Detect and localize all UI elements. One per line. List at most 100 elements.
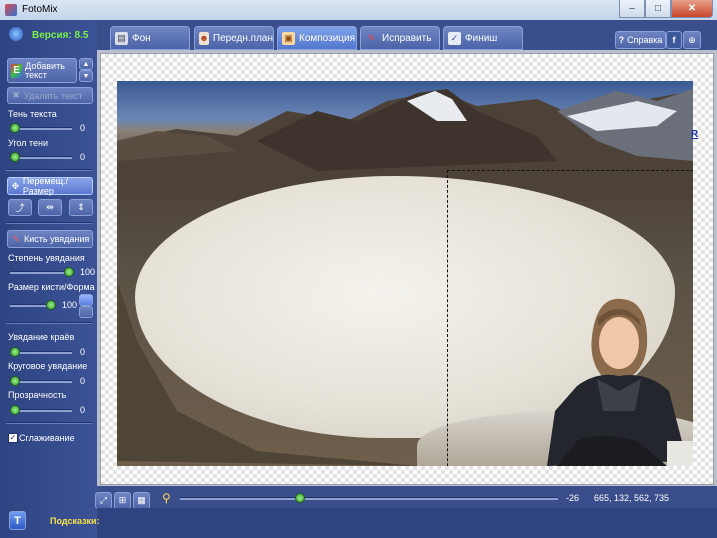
app-icon bbox=[5, 4, 17, 16]
circular-fade-knob[interactable] bbox=[10, 376, 20, 386]
grid-view-icon: ⊞ bbox=[118, 495, 127, 505]
text-tool-button[interactable]: T bbox=[9, 511, 26, 530]
selection-left-edge bbox=[447, 170, 448, 466]
edge-fade-label: Увядание краёв bbox=[8, 332, 75, 342]
text-shadow-knob[interactable] bbox=[10, 123, 20, 133]
edge-fade-knob[interactable] bbox=[10, 347, 20, 357]
text-shadow-label: Тень текста bbox=[8, 109, 57, 119]
fade-degree-value: 100 bbox=[80, 267, 96, 277]
brush-icon: ✎ bbox=[12, 233, 20, 244]
fade-degree-knob[interactable] bbox=[64, 267, 74, 277]
facebook-icon: f bbox=[672, 35, 676, 45]
shadow-angle-label: Угол тени bbox=[8, 138, 48, 148]
transparent-background bbox=[100, 53, 714, 485]
window-controls: – □ ✕ bbox=[619, 0, 713, 18]
check-icon: ✓ bbox=[9, 433, 17, 442]
flip-icon: ⤴ bbox=[15, 203, 25, 213]
move-resize-label: Перемещ./Размер bbox=[22, 176, 68, 196]
composite-image[interactable] bbox=[117, 81, 693, 466]
tab-composition[interactable]: ▣ Композиция bbox=[277, 26, 357, 50]
hints-label: Подсказки: bbox=[50, 516, 100, 526]
move-layer-down-button[interactable]: ▼ bbox=[79, 70, 93, 82]
foreground-icon: ☻ bbox=[199, 31, 209, 45]
separator bbox=[6, 169, 92, 171]
arrow-up-icon: ▲ bbox=[82, 60, 90, 68]
add-text-label: Добавить текст bbox=[25, 60, 65, 80]
tab-label: Передн.план bbox=[212, 32, 273, 44]
separator bbox=[6, 322, 92, 324]
tab-background[interactable]: ▤ Фон bbox=[110, 26, 190, 50]
window-title: FotoMix bbox=[22, 4, 58, 15]
delete-icon: ✖ bbox=[12, 90, 20, 100]
smoothing-label: Сглаживание bbox=[19, 433, 75, 443]
circular-fade-slider[interactable] bbox=[10, 376, 72, 386]
brush-size-value: 100 bbox=[62, 300, 78, 310]
fade-brush-button[interactable]: ✎ Кисть увядания bbox=[7, 230, 93, 248]
transparency-knob[interactable] bbox=[10, 405, 20, 415]
add-text-button[interactable]: E Добавить текст bbox=[7, 58, 77, 83]
website-button[interactable]: ⊕ bbox=[683, 31, 701, 49]
tab-finish[interactable]: ✓ Финиш bbox=[443, 26, 523, 50]
help-icon: ? bbox=[618, 35, 625, 45]
facebook-button[interactable]: f bbox=[666, 31, 682, 49]
fit-view-button[interactable]: ⤢ bbox=[95, 492, 112, 509]
shadow-angle-slider[interactable] bbox=[10, 152, 72, 162]
move-layer-up-button[interactable]: ▲ bbox=[79, 58, 93, 70]
help-button[interactable]: ? Справка bbox=[615, 31, 666, 49]
maximize-button[interactable]: □ bbox=[645, 0, 671, 18]
smoothing-checkbox[interactable]: ✓ bbox=[8, 433, 18, 443]
tab-label: Композиция bbox=[299, 32, 356, 44]
version-label: Версия: 8.5 bbox=[32, 30, 89, 41]
fade-degree-slider[interactable] bbox=[10, 267, 74, 277]
move-resize-button[interactable]: ✥ Перемещ./Размер bbox=[7, 176, 93, 196]
composition-icon: ▣ bbox=[282, 31, 295, 45]
center-horizontal-button[interactable]: ⇹ bbox=[38, 199, 62, 216]
shadow-angle-value: 0 bbox=[80, 152, 86, 162]
remove-text-label: Удалить текст bbox=[24, 90, 83, 101]
tab-foreground[interactable]: ☻ Передн.план bbox=[194, 26, 274, 50]
fix-brush-icon: ✎ bbox=[367, 32, 376, 43]
resize-handle-marker[interactable]: R bbox=[691, 129, 698, 140]
transparency-value: 0 bbox=[80, 405, 86, 415]
brush-shape-round-button[interactable] bbox=[79, 294, 93, 306]
separator bbox=[6, 222, 92, 224]
flip-vertical-button[interactable]: ⤴ bbox=[8, 199, 32, 216]
foreground-person[interactable] bbox=[537, 291, 693, 466]
zoom-slider[interactable] bbox=[180, 493, 558, 503]
transparency-label: Прозрачность bbox=[8, 390, 67, 400]
edge-fade-slider[interactable] bbox=[10, 347, 72, 357]
help-label: Справка bbox=[627, 35, 663, 45]
text-shadow-value: 0 bbox=[80, 123, 86, 133]
grid-toggle-button[interactable]: ▦ bbox=[133, 492, 150, 509]
brush-shape-square-button[interactable] bbox=[79, 306, 93, 318]
fade-brush-label: Кисть увядания bbox=[24, 234, 90, 244]
center-v-icon: ⇕ bbox=[77, 202, 85, 212]
brush-size-slider[interactable] bbox=[10, 300, 56, 310]
text-tool-icon: T bbox=[14, 514, 21, 527]
text-shadow-slider[interactable] bbox=[10, 123, 72, 133]
tab-label: Финиш bbox=[465, 32, 498, 44]
remove-text-button[interactable]: ✖ Удалить текст bbox=[7, 87, 93, 104]
minimize-button[interactable]: – bbox=[619, 0, 645, 18]
fit-icon: ⤢ bbox=[99, 495, 108, 505]
brush-size-knob[interactable] bbox=[46, 300, 56, 310]
zoom-icon: ⚲ bbox=[162, 491, 171, 505]
transparency-slider[interactable] bbox=[10, 405, 72, 415]
brush-size-label: Размер кисти/Форма bbox=[8, 282, 95, 292]
center-vertical-button[interactable]: ⇕ bbox=[69, 199, 93, 216]
tab-label: Фон bbox=[132, 32, 151, 44]
coordinates-readout: 665, 132, 562, 735 bbox=[594, 493, 670, 503]
canvas-area: R bbox=[97, 50, 717, 486]
status-bar bbox=[97, 508, 717, 538]
actual-size-button[interactable]: ⊞ bbox=[114, 492, 131, 509]
text-icon: E bbox=[11, 63, 23, 78]
grid-icon: ▦ bbox=[137, 495, 146, 505]
shadow-angle-knob[interactable] bbox=[10, 152, 20, 162]
zoom-value: -26 bbox=[566, 493, 580, 503]
close-button[interactable]: ✕ bbox=[671, 0, 713, 18]
zoom-knob[interactable] bbox=[294, 493, 305, 503]
tab-fix[interactable]: ✎ Исправить bbox=[360, 26, 440, 50]
background-icon: ▤ bbox=[115, 31, 128, 45]
selection-top-edge bbox=[447, 170, 693, 171]
center-h-icon: ⇹ bbox=[46, 202, 54, 212]
